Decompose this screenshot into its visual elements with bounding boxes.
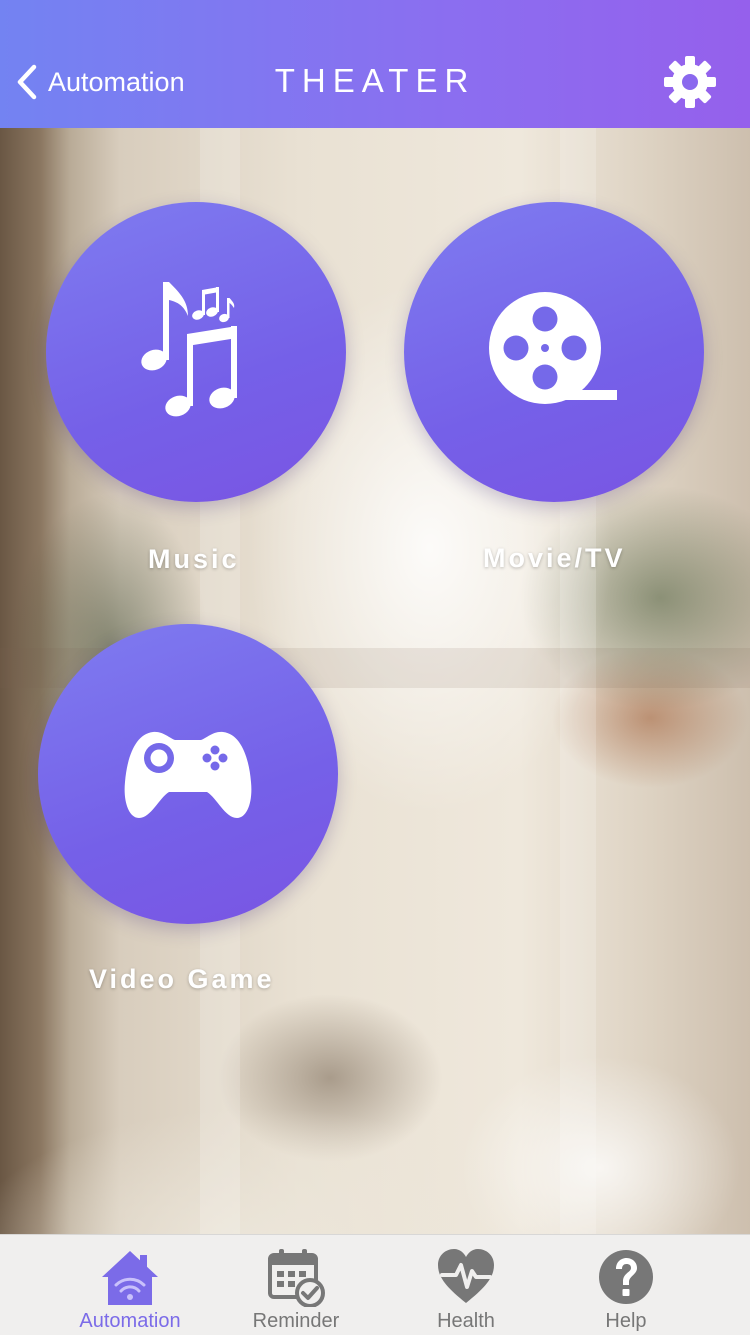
page-title: THEATER <box>274 62 476 99</box>
heart-pulse-icon <box>438 1249 494 1303</box>
video-game-label: Video Game <box>89 964 275 994</box>
question-icon <box>599 1250 653 1304</box>
tab-reminder[interactable]: Reminder <box>236 1235 356 1335</box>
video-game-tile[interactable] <box>38 624 338 924</box>
gear-icon[interactable] <box>664 56 716 108</box>
tab-health[interactable]: Health <box>406 1235 526 1335</box>
calendar-check-icon <box>268 1249 325 1307</box>
home-wifi-icon <box>102 1251 158 1305</box>
tab-help-label: Help <box>605 1310 647 1332</box>
film-reel-icon <box>489 292 617 404</box>
gamepad-icon <box>124 731 252 818</box>
header-bar: Automation THEATER <box>0 0 750 128</box>
movie-tv-tile[interactable] <box>404 202 704 502</box>
tab-help[interactable]: Help <box>566 1235 686 1335</box>
tab-health-label: Health <box>437 1310 495 1332</box>
music-tile[interactable] <box>46 202 346 502</box>
tab-automation[interactable]: Automation <box>70 1235 190 1335</box>
music-label: Music <box>148 544 240 574</box>
movie-tv-label: Movie/TV <box>483 543 626 573</box>
tab-bar: Automation Reminder Health Help <box>0 1234 750 1335</box>
tab-automation-label: Automation <box>79 1310 181 1332</box>
music-notes-icon <box>141 282 237 417</box>
tab-reminder-label: Reminder <box>252 1310 340 1332</box>
